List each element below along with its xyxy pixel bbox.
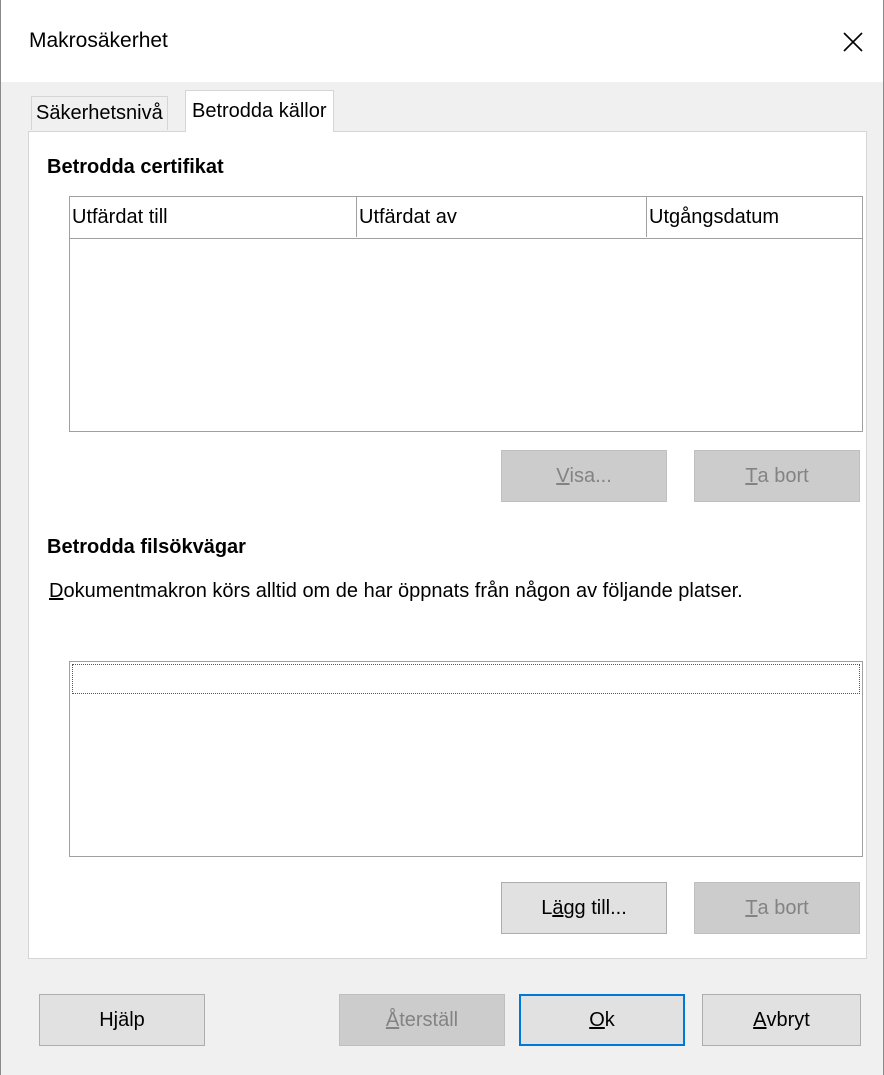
tab-trusted-sources-label: Betrodda källor [192, 100, 327, 122]
cancel-button-mnemonic: A [753, 1008, 767, 1031]
column-header-issued-to[interactable]: Utfärdat till [70, 197, 357, 237]
help-button-prefix: H [99, 1008, 114, 1031]
add-button-mnemonic: ä [552, 896, 564, 919]
close-icon [843, 32, 863, 52]
ok-button-label: k [604, 1008, 615, 1031]
certificates-table[interactable]: Utfärdat till Utfärdat av Utgångsdatum [69, 196, 863, 432]
trusted-paths-heading: Betrodda filsökvägar [47, 536, 246, 558]
help-button[interactable]: Hj älp [39, 994, 205, 1046]
description-mnemonic: D [49, 580, 64, 602]
cancel-button-label: vbryt [766, 1008, 810, 1031]
remove-path-button-mnemonic: T [745, 896, 758, 919]
help-button-label: älp [118, 1008, 145, 1031]
reset-button-mnemonic: Å [385, 1008, 400, 1031]
add-path-button[interactable]: Lä gg till... [501, 882, 667, 934]
window-title: Makrosäkerhet [29, 29, 168, 52]
reset-button-label: terställ [399, 1008, 459, 1031]
macro-security-dialog: Makrosäkerhet Säkerhetsnivå Betrodda käl… [0, 0, 884, 1075]
remove-certificate-button[interactable]: Ta bort [694, 450, 860, 502]
list-focus-row[interactable] [72, 664, 860, 694]
trusted-paths-description: Dokumentmakron körs alltid om de har öpp… [49, 577, 839, 606]
ok-button[interactable]: Ok [519, 994, 685, 1046]
title-bar: Makrosäkerhet [1, 0, 883, 82]
column-header-issued-by[interactable]: Utfärdat av [357, 197, 647, 237]
tab-security-level-label: Säkerhetsnivå [36, 102, 163, 124]
remove-path-button[interactable]: Ta bort [694, 882, 860, 934]
cancel-button[interactable]: Avbryt [702, 994, 861, 1046]
view-certificate-button[interactable]: Visa... [501, 450, 667, 502]
add-button-prefix: L [541, 896, 553, 919]
remove-path-button-label: a bort [757, 896, 809, 919]
tab-security-level[interactable]: Säkerhetsnivå [31, 96, 168, 130]
reset-button[interactable]: Återställ [339, 994, 505, 1046]
add-button-label: gg till... [563, 896, 627, 919]
ok-button-mnemonic: O [589, 1008, 605, 1031]
close-button[interactable] [823, 20, 883, 64]
remove-cert-button-label: a bort [757, 464, 809, 487]
tab-trusted-sources[interactable]: Betrodda källor [185, 90, 334, 132]
trusted-certificates-heading: Betrodda certifikat [47, 156, 224, 178]
remove-cert-button-mnemonic: T [745, 464, 758, 487]
description-text: okumentmakron körs alltid om de har öppn… [63, 580, 743, 602]
column-header-expiry-date[interactable]: Utgångsdatum [647, 197, 863, 237]
certificates-table-header: Utfärdat till Utfärdat av Utgångsdatum [70, 197, 862, 239]
trusted-paths-list[interactable] [69, 661, 863, 857]
view-button-mnemonic: V [556, 464, 570, 487]
view-button-label: isa... [569, 464, 612, 487]
